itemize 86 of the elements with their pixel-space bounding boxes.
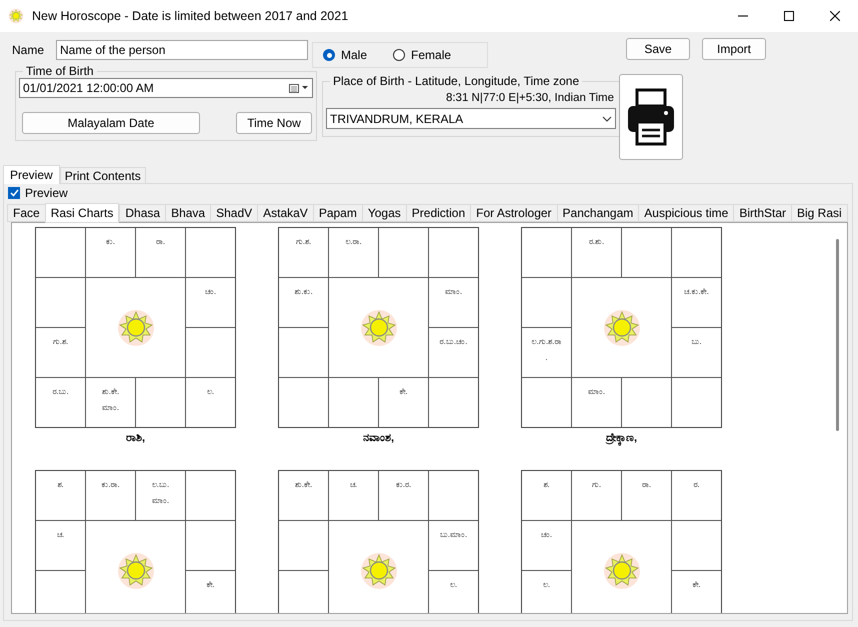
planet-label: ರ.ಬು.ಚಂ. — [440, 337, 468, 347]
tab[interactable]: Panchangam — [556, 204, 638, 222]
tab[interactable]: AstakaV — [257, 204, 313, 222]
date-time-picker[interactable]: 01/01/2021 12:00:00 AM — [19, 78, 313, 98]
sun-icon — [602, 308, 642, 348]
coordinates-text: 8:31 N|77:0 E|+5:30, Indian Time — [444, 92, 614, 104]
tab[interactable]: Big Rasi — [791, 204, 848, 222]
planet-label: ಗು.ಶ. — [296, 237, 312, 247]
planet-label: ಲ.ಗು.ಶ.ರಾ — [532, 337, 562, 347]
planet-label: ಮಾಂ. — [152, 496, 170, 506]
malayalam-date-button[interactable]: Malayalam Date — [22, 112, 200, 134]
chart-title: ನವಾಂಶ, — [362, 432, 394, 444]
planet-label: ಚ. — [56, 530, 64, 540]
chart-cell — [279, 378, 328, 427]
planet-label: ಕು.ರಾ. — [101, 480, 120, 490]
planet-label: ಚ.ಕು.ಕೇ. — [684, 287, 709, 297]
time-of-birth-label: Time of Birth — [25, 64, 95, 78]
planet-label: ಕು.ರ. — [396, 480, 412, 490]
planet-label: ಗು. — [592, 480, 602, 490]
planet-label: ಲ.ರಾ. — [345, 237, 362, 247]
tab[interactable]: Auspicious time — [638, 204, 734, 222]
planet-label: ಶು.ಕೇ. — [294, 480, 312, 490]
planet-label: ಮಾಂ. — [102, 403, 120, 413]
place-of-birth-label: Place of Birth - Latitude, Longitude, Time zone — [332, 74, 580, 88]
place-dropdown[interactable]: TRIVANDRUM, KERALA — [326, 108, 616, 129]
planet-label: ಶ. — [543, 480, 550, 490]
planet-label: ಗು.ಶ. — [52, 337, 68, 347]
planet-label: ರಾ. — [642, 480, 652, 490]
tab[interactable]: BirthStar — [733, 204, 791, 222]
name-field[interactable]: Name of the person — [56, 40, 308, 60]
planet-label: ರಾ. — [156, 237, 166, 247]
sun-icon — [358, 550, 398, 590]
planet-label: ಕೇ. — [206, 580, 215, 590]
app-icon — [8, 8, 24, 24]
chart-title: ದ್ರೇಕ್ಕಾಣ, — [606, 432, 638, 444]
tab[interactable]: ShadV — [210, 204, 258, 222]
preview-checkbox[interactable] — [8, 187, 20, 199]
name-label: Name — [12, 43, 44, 57]
chevron-down-icon — [602, 116, 612, 122]
print-button[interactable] — [619, 74, 683, 160]
tab[interactable]: Preview — [3, 165, 60, 184]
chart-title: ರಾಶಿ, — [126, 432, 146, 444]
planet-label: ಬು.ಮಾಂ. — [440, 530, 468, 540]
tab[interactable]: Papam — [312, 204, 362, 222]
scrollbar[interactable] — [836, 239, 839, 431]
save-button[interactable]: Save — [626, 38, 690, 60]
planet-label: ಚಂ. — [204, 287, 216, 297]
sun-icon — [358, 308, 398, 348]
planet-label: ಲ. — [450, 580, 458, 590]
planet-label: ಲ.ಬು. — [152, 480, 170, 490]
planet-label: ಬು. — [691, 337, 702, 347]
tab[interactable]: Yogas — [362, 204, 406, 222]
planet-label: ಚ. — [350, 480, 358, 490]
planet-label: . — [545, 353, 548, 362]
planet-label: ಕೇ. — [399, 387, 408, 397]
planet-label: ಲ. — [206, 387, 214, 397]
window-title: New Horoscope - Date is limited between 2017 and 2021 — [32, 9, 350, 23]
sun-icon — [116, 308, 156, 348]
planet-label: ಕು. — [106, 237, 116, 247]
tab[interactable]: Print Contents — [60, 167, 146, 183]
tab[interactable]: Face — [7, 204, 45, 222]
tab[interactable]: Rasi Charts — [44, 203, 120, 223]
gender-radio[interactable]: Female — [393, 48, 452, 62]
import-button[interactable]: Import — [702, 38, 766, 60]
tab[interactable]: Prediction — [406, 204, 470, 222]
tab[interactable]: For Astrologer — [470, 204, 557, 222]
calendar-dropdown-icon[interactable] — [289, 83, 309, 93]
planet-label: ರ.ಬು. — [52, 387, 69, 397]
planet-label: ಶ. — [57, 480, 64, 490]
planet-label: ಚಂ. — [540, 530, 552, 540]
planet-label: ರ.ಶು. — [588, 237, 604, 247]
sun-icon — [116, 550, 156, 590]
gender-radio[interactable]: Male — [323, 48, 368, 62]
printer-icon — [626, 88, 676, 146]
preview-label: Preview — [25, 186, 68, 200]
planet-label: ಕೇ. — [692, 580, 701, 590]
sun-icon — [602, 550, 642, 590]
time-now-button[interactable]: Time Now — [236, 112, 312, 134]
planet-label: ಶು.ಕು. — [294, 287, 313, 297]
planet-label: ಮಾಂ. — [444, 287, 462, 297]
tab[interactable]: Dhasa — [119, 204, 166, 222]
planet-label: ಮಾಂ. — [588, 387, 606, 397]
planet-label: ಲ. — [542, 580, 550, 590]
planet-label: ರ. — [693, 480, 700, 490]
tab[interactable]: Bhava — [165, 204, 210, 222]
planet-label: ಶು.ಕೇ. — [102, 387, 120, 397]
